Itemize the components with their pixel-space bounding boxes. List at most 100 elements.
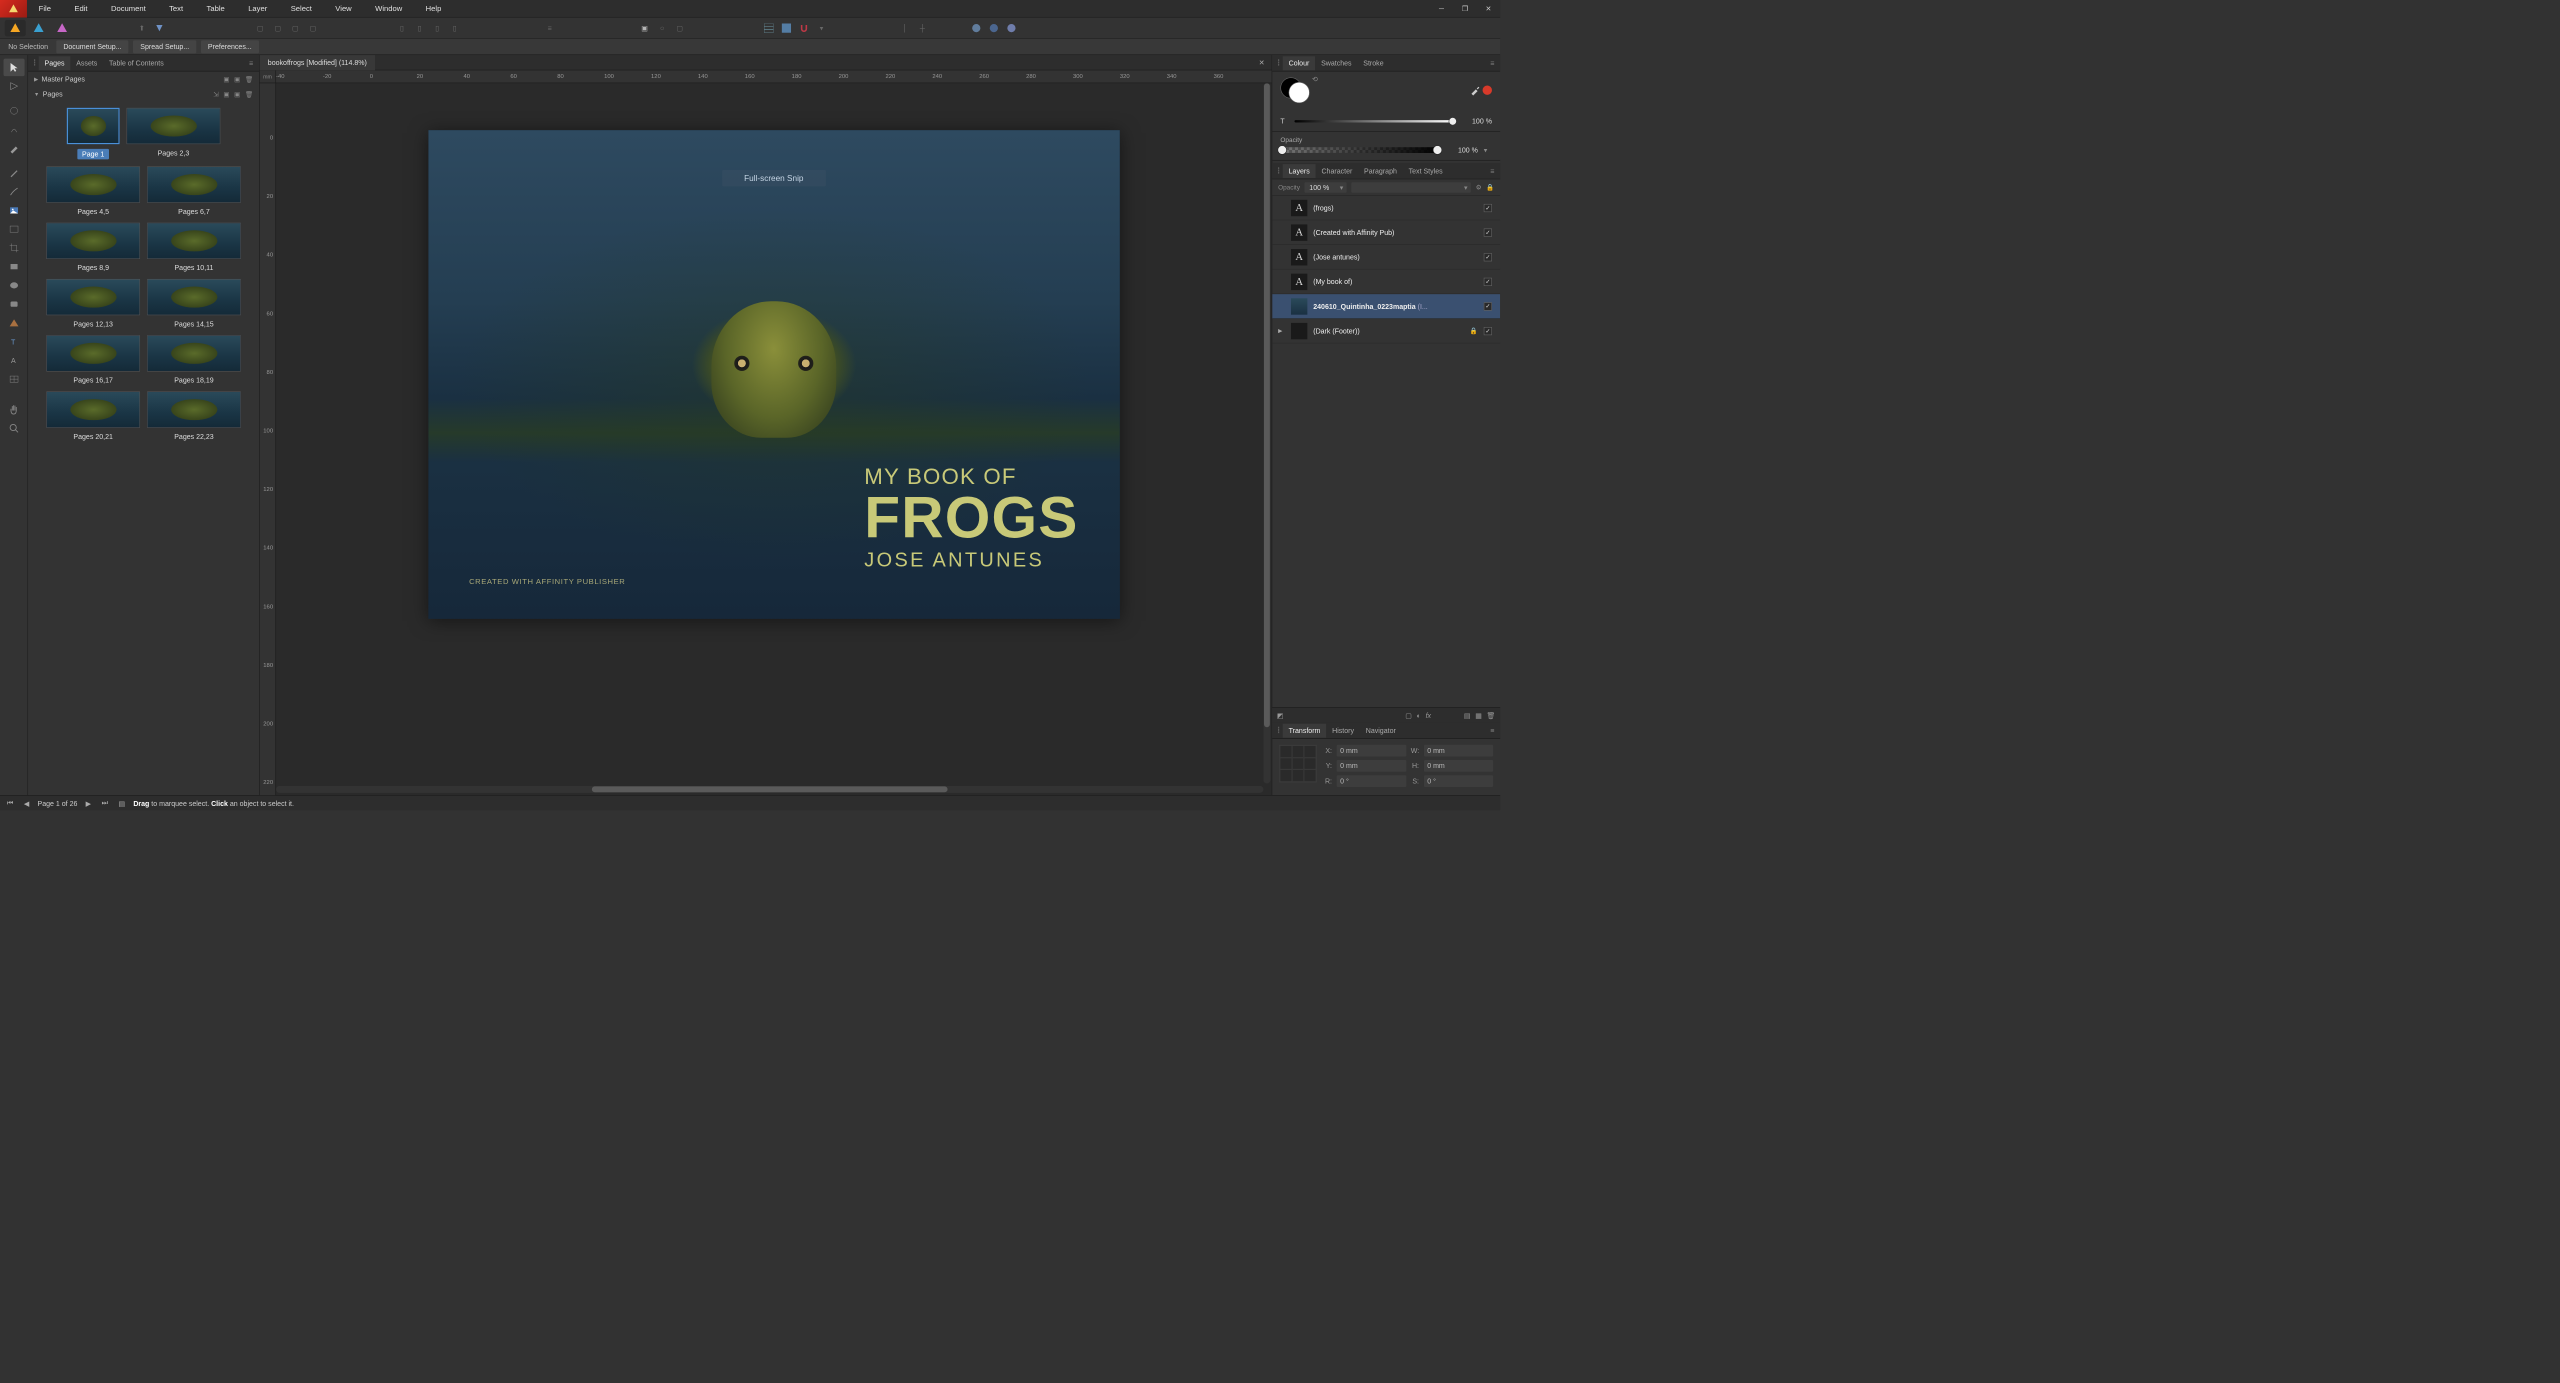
- canvas[interactable]: Full-screen Snip MY BOOK OF FROGS JOSE A…: [276, 83, 1272, 783]
- menu-select[interactable]: Select: [279, 0, 324, 17]
- anchor-point-grid[interactable]: [1279, 745, 1317, 783]
- wrap-none-button[interactable]: ▣: [636, 20, 652, 36]
- layer-row[interactable]: A(frogs)✓: [1272, 196, 1500, 221]
- ellipse-tool[interactable]: [3, 277, 24, 295]
- table-text-tool[interactable]: T: [3, 333, 24, 351]
- document-setup-button[interactable]: Document Setup...: [56, 40, 128, 53]
- order-backward-button[interactable]: ▢: [270, 20, 286, 36]
- w-field[interactable]: 0 mm: [1424, 745, 1493, 757]
- page-thumbnail[interactable]: Pages 18,19: [147, 335, 241, 384]
- table-tool[interactable]: [3, 370, 24, 388]
- layer-visibility-toggle[interactable]: ✓: [1484, 277, 1495, 286]
- arrange-back-one-button[interactable]: ⬆: [134, 20, 150, 36]
- art-text-tool[interactable]: A: [3, 352, 24, 370]
- window-close-button[interactable]: ✕: [1477, 0, 1500, 17]
- document-tab[interactable]: bookoffrogs [Modified] (114.8%): [260, 55, 375, 70]
- tint-value[interactable]: 100 %: [1459, 117, 1492, 125]
- spread-setup-button[interactable]: Spread Setup...: [133, 40, 196, 53]
- artistic-text-tool[interactable]: [3, 121, 24, 139]
- panel-menu-icon[interactable]: ≡: [1487, 167, 1498, 175]
- auto-scroll-icon[interactable]: ◩: [1277, 711, 1284, 719]
- zoom-tool[interactable]: [3, 420, 24, 438]
- panel-handle-icon[interactable]: ┇: [1275, 727, 1283, 733]
- prev-page-button[interactable]: ◀: [22, 799, 32, 807]
- persona-photo[interactable]: [52, 20, 73, 36]
- place-image-tool[interactable]: [3, 220, 24, 238]
- page-thumbnail[interactable]: Page 1: [67, 108, 120, 160]
- delete-layer-icon[interactable]: 🗑: [1487, 711, 1496, 719]
- window-restore-button[interactable]: ❐: [1453, 0, 1476, 17]
- tint-slider[interactable]: [1294, 120, 1453, 122]
- document-tab-close[interactable]: ✕: [1252, 58, 1272, 66]
- page-thumbnail[interactable]: Pages 14,15: [147, 279, 241, 328]
- layer-visibility-toggle[interactable]: ✓: [1484, 302, 1495, 311]
- distribute-button[interactable]: ≡: [541, 20, 557, 36]
- panel-menu-icon[interactable]: ≡: [1487, 59, 1498, 67]
- delete-page-icon[interactable]: 🗑: [245, 91, 253, 99]
- insert-inside-button[interactable]: ┼: [914, 20, 930, 36]
- tab-assets[interactable]: Assets: [70, 56, 103, 70]
- layer-visibility-toggle[interactable]: ✓: [1484, 252, 1495, 261]
- panel-handle-icon[interactable]: ┇: [1275, 60, 1283, 66]
- tab-text-styles[interactable]: Text Styles: [1403, 164, 1449, 178]
- picture-frame-tool[interactable]: [3, 202, 24, 220]
- menu-help[interactable]: Help: [414, 0, 453, 17]
- tab-character[interactable]: Character: [1316, 164, 1359, 178]
- window-minimize-button[interactable]: ─: [1430, 0, 1453, 17]
- tab-colour[interactable]: Colour: [1283, 56, 1315, 70]
- menu-window[interactable]: Window: [363, 0, 414, 17]
- layer-row[interactable]: A(Jose antunes)✓: [1272, 245, 1500, 270]
- opacity-value[interactable]: 100 %: [1445, 146, 1478, 154]
- pen-tool[interactable]: [3, 139, 24, 157]
- baseline-grid-button[interactable]: [761, 20, 777, 36]
- eyedropper-icon[interactable]: [1470, 85, 1481, 96]
- layer-visibility-toggle[interactable]: ✓: [1484, 326, 1495, 335]
- pan-tool[interactable]: [3, 401, 24, 419]
- align-left-button[interactable]: ▯: [394, 20, 410, 36]
- fx-icon[interactable]: fx: [1426, 711, 1431, 719]
- text-flow-button[interactable]: [778, 20, 794, 36]
- wrap-jump-button[interactable]: ○: [654, 20, 670, 36]
- tab-paragraph[interactable]: Paragraph: [1358, 164, 1403, 178]
- layer-opacity-field[interactable]: 100 %: [1305, 182, 1347, 193]
- tab-transform[interactable]: Transform: [1283, 723, 1327, 737]
- page-thumbnail[interactable]: Pages 20,21: [46, 391, 140, 440]
- tab-stroke[interactable]: Stroke: [1357, 56, 1389, 70]
- h-field[interactable]: 0 mm: [1424, 760, 1493, 772]
- page-thumbnail[interactable]: Pages 10,11: [147, 223, 241, 272]
- arrange-flip-button[interactable]: [151, 20, 167, 36]
- panel-menu-icon[interactable]: ≡: [246, 59, 257, 67]
- view-mode-button[interactable]: [1003, 20, 1019, 36]
- page-thumbnail[interactable]: Pages 16,17: [46, 335, 140, 384]
- opacity-slider[interactable]: [1280, 147, 1439, 153]
- master-pages-section[interactable]: ▶ Master Pages ▣ ▣ 🗑: [28, 71, 259, 86]
- page-spread[interactable]: Full-screen Snip MY BOOK OF FROGS JOSE A…: [428, 130, 1119, 619]
- tab-pages[interactable]: Pages: [39, 56, 71, 70]
- ruler-units[interactable]: mm: [260, 70, 276, 83]
- layer-expand-icon[interactable]: ▶: [1278, 328, 1285, 334]
- mask-layer-icon[interactable]: ▢: [1405, 711, 1412, 719]
- swap-colours-icon[interactable]: ⟲: [1312, 75, 1318, 83]
- persona-publisher[interactable]: [5, 20, 26, 36]
- preview-mode-button[interactable]: [968, 20, 984, 36]
- persona-designer[interactable]: [28, 20, 49, 36]
- s-field[interactable]: 0 °: [1424, 775, 1493, 787]
- find-in-doc-icon[interactable]: ⇲: [213, 91, 218, 99]
- panel-handle-icon[interactable]: ┇: [1275, 168, 1283, 174]
- duplicate-page-icon[interactable]: ▣: [234, 91, 240, 99]
- adjustment-layer-icon[interactable]: ◐: [1417, 711, 1421, 719]
- r-field[interactable]: 0 °: [1337, 775, 1406, 787]
- order-back-button[interactable]: ▢: [252, 20, 268, 36]
- last-page-button[interactable]: ⏭: [99, 799, 110, 808]
- brush-tool[interactable]: [3, 183, 24, 201]
- rounded-rect-tool[interactable]: [3, 295, 24, 313]
- fill-stroke-swatch[interactable]: ⟲: [1280, 77, 1309, 103]
- horizontal-ruler[interactable]: -40-200204060801001201401601802002202402…: [276, 70, 1272, 83]
- menu-text[interactable]: Text: [157, 0, 194, 17]
- delete-master-icon[interactable]: 🗑: [245, 75, 253, 83]
- wrap-square-button[interactable]: ▢: [672, 20, 688, 36]
- tab-swatches[interactable]: Swatches: [1315, 56, 1357, 70]
- layer-lock-icon[interactable]: 🔒: [1486, 183, 1494, 191]
- horizontal-scrollbar[interactable]: [276, 786, 1263, 793]
- node-tool[interactable]: [3, 77, 24, 95]
